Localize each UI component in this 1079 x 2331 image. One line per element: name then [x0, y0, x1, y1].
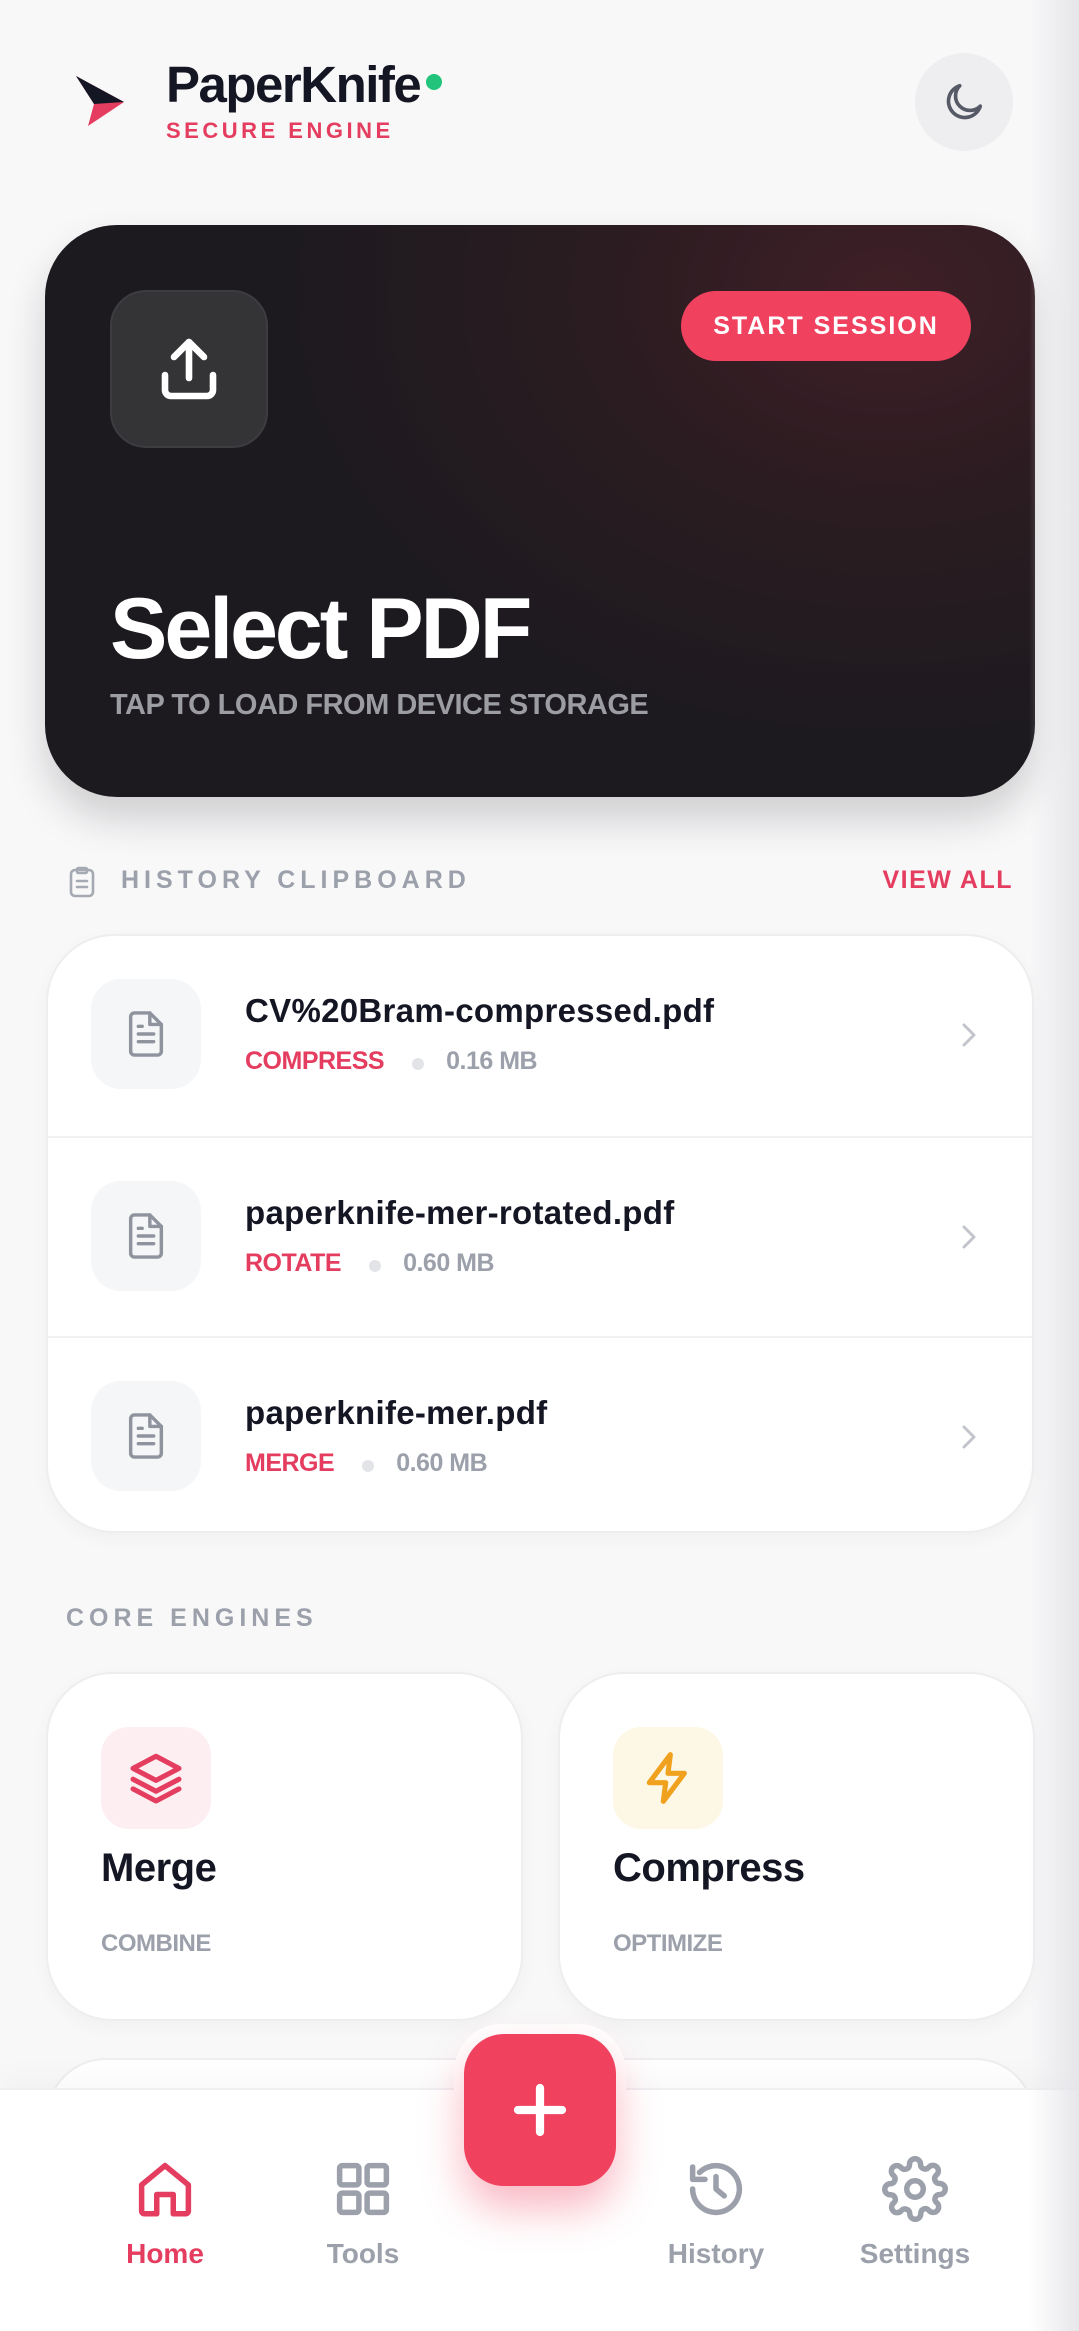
file-icon-tile — [91, 1381, 201, 1491]
hero-title: Select PDF — [110, 581, 532, 677]
file-icon-tile — [91, 1181, 201, 1291]
history-section-header: HISTORY CLIPBOARD VIEW ALL — [0, 860, 1079, 900]
document-icon — [128, 1011, 164, 1057]
nav-label: Settings — [859, 2238, 971, 2269]
hero-subtitle: TAP TO LOAD FROM DEVICE STORAGE — [110, 689, 649, 721]
history-item[interactable]: paperknife-mer.pdf MERGE 0.60 MB — [48, 1336, 1032, 1531]
merge-icon-tile — [101, 1727, 211, 1829]
app-tagline: SECURE ENGINE — [166, 118, 394, 143]
engine-title: Merge — [101, 1846, 217, 1890]
separator-dot — [412, 1058, 425, 1070]
file-meta: ROTATE 0.60 MB — [245, 1246, 495, 1280]
file-operation: COMPRESS — [245, 1046, 385, 1075]
history-item[interactable]: paperknife-mer-rotated.pdf ROTATE 0.60 M… — [48, 1136, 1032, 1336]
engine-subtitle: COMBINE — [101, 1930, 211, 1957]
clipboard-icon — [69, 866, 95, 898]
file-meta: MERGE 0.60 MB — [245, 1446, 488, 1480]
nav-home[interactable]: Home — [85, 2156, 245, 2296]
file-name: paperknife-mer.pdf — [245, 1394, 548, 1431]
gear-icon — [882, 2156, 948, 2222]
add-fab-button[interactable] — [464, 2034, 616, 2186]
online-status-dot — [426, 74, 442, 90]
core-engines-label: CORE ENGINES — [66, 1604, 318, 1632]
file-operation: ROTATE — [245, 1248, 342, 1277]
history-icon — [689, 2162, 743, 2216]
history-item[interactable]: CV%20Bram-compressed.pdf COMPRESS 0.16 M… — [48, 936, 1032, 1136]
app-name: PaperKnife — [166, 56, 422, 113]
compress-icon-tile — [613, 1727, 723, 1829]
nav-label: Home — [126, 2238, 204, 2269]
file-operation: MERGE — [245, 1448, 335, 1477]
file-size: 0.60 MB — [396, 1448, 488, 1477]
upload-icon — [161, 338, 217, 400]
nav-label: History — [667, 2238, 765, 2269]
document-icon — [128, 1213, 164, 1259]
edge-shadow — [1029, 0, 1079, 2331]
document-icon — [128, 1413, 164, 1459]
history-section-label: HISTORY CLIPBOARD — [121, 866, 471, 894]
start-session-button[interactable]: START SESSION — [681, 291, 971, 361]
app-header: PaperKnife SECURE ENGINE — [0, 0, 1079, 200]
merge-engine-card[interactable]: Merge COMBINE — [46, 1672, 523, 2021]
nav-tools[interactable]: Tools — [283, 2156, 443, 2296]
select-pdf-card[interactable]: START SESSION Select PDF TAP TO LOAD FRO… — [45, 225, 1035, 797]
lightning-icon — [646, 1752, 687, 1804]
paper-plane-logo-icon — [76, 76, 124, 126]
file-name: paperknife-mer-rotated.pdf — [245, 1194, 675, 1231]
separator-dot — [362, 1460, 375, 1472]
upload-tile[interactable] — [110, 290, 268, 448]
nav-label: Tools — [326, 2238, 400, 2269]
layers-icon — [130, 1753, 182, 1804]
nav-settings[interactable]: Settings — [835, 2156, 995, 2296]
moon-icon — [946, 83, 983, 120]
home-icon — [138, 2162, 192, 2217]
compress-engine-card[interactable]: Compress OPTIMIZE — [558, 1672, 1035, 2021]
file-size: 0.60 MB — [403, 1248, 495, 1277]
chevron-right-icon — [962, 1425, 976, 1449]
file-size: 0.16 MB — [446, 1046, 538, 1075]
chevron-right-icon — [962, 1023, 976, 1047]
file-meta: COMPRESS 0.16 MB — [245, 1044, 538, 1078]
chevron-right-icon — [962, 1225, 976, 1249]
plus-icon — [513, 2083, 567, 2137]
theme-toggle-button[interactable] — [915, 53, 1013, 151]
file-icon-tile — [91, 979, 201, 1089]
file-name: CV%20Bram-compressed.pdf — [245, 992, 715, 1029]
history-list: CV%20Bram-compressed.pdf COMPRESS 0.16 M… — [46, 934, 1034, 1533]
engine-subtitle: OPTIMIZE — [613, 1930, 723, 1957]
engine-title: Compress — [613, 1846, 805, 1890]
view-all-link[interactable]: VIEW ALL — [882, 866, 1013, 895]
separator-dot — [369, 1260, 382, 1272]
grid-icon — [336, 2162, 390, 2216]
nav-history[interactable]: History — [636, 2156, 796, 2296]
